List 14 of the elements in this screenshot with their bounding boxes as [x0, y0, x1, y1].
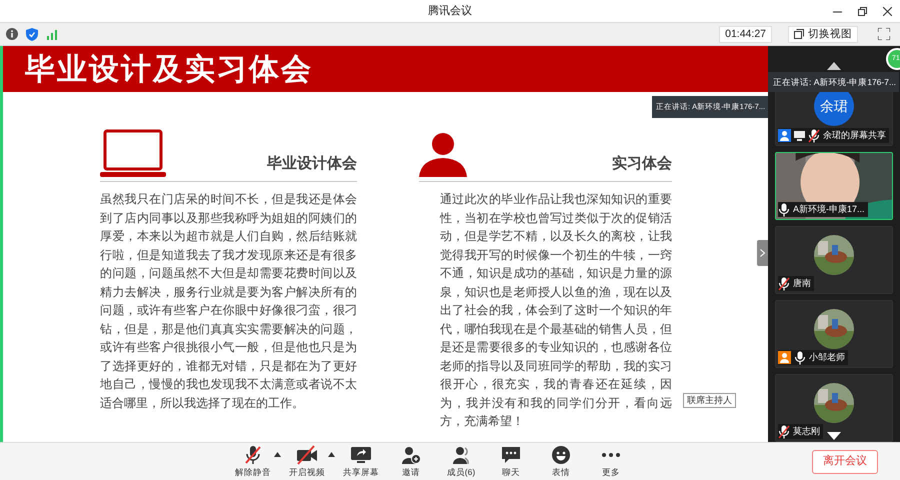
- participant-name: 唐南: [793, 276, 811, 290]
- slide-title: 毕业设计及实习体会: [25, 52, 313, 88]
- section-heading: 毕业设计体会: [267, 154, 357, 174]
- window-title: 腾讯会议: [428, 4, 472, 19]
- section-paragraph: 虽然我只在门店呆的时间不长，但是我还是体会到了店内同事以及那些我称呼为姐姐的阿姨们的厚爱，本来以为超市就是人们自购，然后结账就行啦，但是知道我去了我才发现原来还是有很多的问题，问题虽然不大但是却需要花费时间以及精力去解决，服务行业就是要为客户解决所有的问题，或许有些客户在你眼中好像很刁蛮，很刁钻，但是，那是他们真真实实需要解决的问题，或许有些客户很挑很小气一般，但是他也只是为了选择更好的，谁都无对错，只是都在为了更好地自己，慢慢的我也发现我不太满意或者说不太适合哪里，所以我选择了现在的工作。: [100, 191, 357, 412]
- participant-name: 余珺的屏幕共享: [823, 128, 886, 142]
- meeting-timer: 01:44:27: [719, 26, 772, 42]
- section-paragraph: 通过此次的毕业作品让我也深知知识的重要性，当初在学校也曾写过类似于次的促销活动，但是学艺不精，以及长久的离校，让我觉得我开写的时候像一个初生的牛犊，一窍不通，知识是成功的基础，知识是力量的源泉，知识也是老师授人以鱼的渔，现在以及出了社会的我，体会到了这时一个知识的年代，哪怕我现在是个最基础的销售人员，但是还是需要很多的专业知识的，也感谢各位老师的指导以及同班同学的帮助，我的实习很开心，很充实，我的青春还在延续，因为，我并没有和我的同学们分开，看向远方，充满希望！: [440, 191, 672, 430]
- participant-name: A新环境-申康17...: [793, 202, 865, 216]
- participant-name: 莫志刚: [793, 424, 820, 438]
- cohost-label: 联席主持人: [683, 393, 736, 408]
- section-heading: 实习体会: [612, 154, 672, 174]
- participant-name: 小邹老师: [809, 350, 845, 364]
- speaking-tooltip: 正在讲话: A新环境-申康176-7...: [768, 72, 900, 92]
